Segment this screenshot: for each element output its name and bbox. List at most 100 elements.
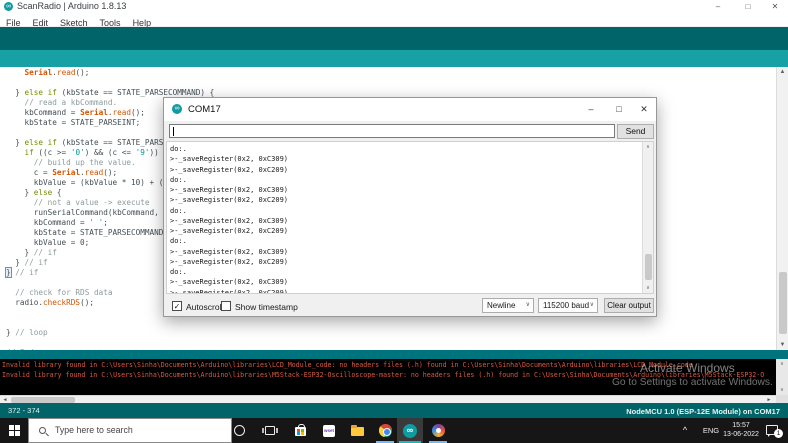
send-button[interactable]: Send xyxy=(617,124,654,139)
console-horizontal-scrollbar[interactable]: ◄ ► xyxy=(0,395,776,403)
editor-vertical-scrollbar[interactable]: ▲ ▼ xyxy=(776,67,788,350)
hidden-icons-chevron[interactable]: ^ xyxy=(678,418,692,443)
line-ending-select[interactable]: Newline ∨ xyxy=(482,298,534,313)
window-title: ScanRadio | Arduino 1.8.13 xyxy=(17,1,126,11)
serial-monitor-titlebar[interactable]: ∞ COM17 – □ ✕ xyxy=(164,98,656,121)
show-timestamp-label: Show timestamp xyxy=(235,302,298,312)
autoscroll-checkbox[interactable]: ✓ xyxy=(172,301,182,311)
check-icon: ✓ xyxy=(174,302,181,311)
board-port-indicator: NodeMCU 1.0 (ESP-12E Module) on COM17 xyxy=(626,407,780,416)
serial-output-line: >-_saveRegister(0x2, 0xC309) xyxy=(170,216,288,226)
code-line xyxy=(6,318,214,328)
serial-scroll-down-icon[interactable]: ∨ xyxy=(643,285,653,291)
editor-scrollbar-thumb[interactable] xyxy=(779,272,787,334)
file-explorer-button[interactable] xyxy=(345,418,369,443)
serial-scrollbar-thumb[interactable] xyxy=(645,254,652,280)
start-button[interactable] xyxy=(0,418,28,443)
arduino-taskbar-icon: ∞ xyxy=(403,424,417,438)
baud-rate-select[interactable]: 115200 baud∨ xyxy=(538,298,598,313)
arduino-app-icon: ∞ xyxy=(4,2,13,11)
show-timestamp-checkbox[interactable] xyxy=(221,301,231,311)
serial-output-line: >-_saveRegister(0x2, 0xC209) xyxy=(170,226,288,236)
screen: ∞ ScanRadio | Arduino 1.8.13 – □ ✕ FileE… xyxy=(0,0,788,443)
console-lines: Invalid library found in C:\Users\Sinha\… xyxy=(2,361,776,380)
combo-chevron-icon: ∨ xyxy=(526,299,530,312)
file-explorer-icon xyxy=(351,427,364,436)
line-ending-value: Newline xyxy=(487,301,515,310)
text-caret xyxy=(173,127,174,136)
baud-rate-value: 115200 baud xyxy=(543,301,589,310)
serial-output-line: do:. xyxy=(170,144,288,154)
search-placeholder: Type here to search xyxy=(55,425,133,435)
notification-badge: 1 xyxy=(774,429,783,438)
taskbar-clock[interactable]: 15:57 13-06-2022 xyxy=(722,422,760,439)
serial-monitor-title: COM17 xyxy=(188,104,221,115)
ide-titlebar: ∞ ScanRadio | Arduino 1.8.13 – □ ✕ xyxy=(0,0,788,13)
scroll-up-icon[interactable]: ▲ xyxy=(777,69,788,75)
serial-output-line: >-_saveRegister(0x2, 0xC309) xyxy=(170,154,288,164)
serial-maximize-button[interactable]: □ xyxy=(607,98,631,120)
cortana-button[interactable] xyxy=(228,418,252,443)
line-number-indicator: 372 - 374 xyxy=(8,406,40,415)
maximize-button[interactable]: □ xyxy=(740,0,756,13)
task-view-icon xyxy=(265,426,275,435)
combo-chevron-icon: ∨ xyxy=(590,299,594,312)
task-view-button[interactable] xyxy=(258,418,282,443)
scroll-down-icon[interactable]: ▼ xyxy=(777,342,788,348)
language-indicator[interactable]: ENG xyxy=(698,418,724,443)
serial-output-line: >-_saveRegister(0x2, 0xC309) xyxy=(170,185,288,195)
serial-output-line: >-_saveRegister(0x2, 0xC209) xyxy=(170,195,288,205)
console-vertical-scrollbar[interactable]: ∧ ∨ xyxy=(776,359,788,395)
menu-bar: FileEditSketchToolsHelp xyxy=(0,13,788,27)
autoscroll-label: Autoscroll xyxy=(186,302,223,312)
serial-minimize-button[interactable]: – xyxy=(579,98,603,120)
window-overlay-icon xyxy=(379,424,392,437)
arduino-taskbar-button[interactable]: ∞ xyxy=(397,418,423,443)
wset-app-icon: wset xyxy=(323,425,335,437)
serial-output-line: do:. xyxy=(170,267,288,277)
serial-output-line: >-_saveRegister(0x2, 0xC309) xyxy=(170,277,288,287)
taskbar: Type here to search wset ∞ ^ ENG 15:57 1… xyxy=(0,418,788,443)
console-warning-line: Invalid library found in C:\Users\Sinha\… xyxy=(2,371,776,381)
store-button[interactable] xyxy=(288,418,312,443)
scrollbar-corner xyxy=(776,395,788,403)
console-scroll-up-icon[interactable]: ∧ xyxy=(776,361,788,367)
wset-app-button[interactable]: wset xyxy=(317,418,341,443)
action-center-button[interactable]: 1 xyxy=(762,418,788,443)
serial-monitor-window: ∞ COM17 – □ ✕ Send do:.>-_saveRegister(0… xyxy=(163,97,657,317)
serial-output-line: >-_saveRegister(0x2, 0xC209) xyxy=(170,288,288,295)
console-scroll-down-icon[interactable]: ∨ xyxy=(776,387,788,393)
taskbar-search[interactable]: Type here to search xyxy=(28,418,232,443)
serial-output-line: do:. xyxy=(170,175,288,185)
close-button[interactable]: ✕ xyxy=(767,0,783,13)
serial-close-button[interactable]: ✕ xyxy=(632,98,656,120)
store-icon xyxy=(295,427,306,436)
tab-bar: ScanRadio § ▼ xyxy=(0,50,788,67)
serial-output-line: do:. xyxy=(170,236,288,246)
serial-output-lines: do:.>-_saveRegister(0x2, 0xC309)>-_saveR… xyxy=(170,144,288,294)
paint-app-button[interactable] xyxy=(426,418,450,443)
serial-scroll-up-icon[interactable]: ∧ xyxy=(643,144,653,150)
arduino-dialog-icon: ∞ xyxy=(172,104,182,114)
serial-monitor-controls: ✓ Autoscroll Show timestamp Newline ∨ 115… xyxy=(164,295,656,316)
toolbar: ✓ → ↑ ↓ xyxy=(0,27,788,50)
code-line: Serial.read(); xyxy=(6,68,214,78)
serial-output-line: >-_saveRegister(0x2, 0xC209) xyxy=(170,257,288,267)
code-line xyxy=(6,78,214,88)
browser-button[interactable] xyxy=(373,418,397,443)
code-line: } // loop xyxy=(6,328,214,338)
serial-input[interactable] xyxy=(169,124,615,138)
console-warning-line: Invalid library found in C:\Users\Sinha\… xyxy=(2,361,776,371)
minimize-button[interactable]: – xyxy=(710,0,726,13)
cortana-icon xyxy=(234,425,245,436)
serial-output-line: >-_saveRegister(0x2, 0xC309) xyxy=(170,247,288,257)
console-output[interactable]: Invalid library found in C:\Users\Sinha\… xyxy=(0,359,776,395)
paint-3d-icon xyxy=(432,424,445,437)
serial-output-scrollbar[interactable]: ∧ ∨ xyxy=(642,142,653,293)
clear-output-button[interactable]: Clear output xyxy=(604,298,654,313)
serial-output-area[interactable]: do:.>-_saveRegister(0x2, 0xC309)>-_saveR… xyxy=(166,141,654,294)
windows-logo-icon xyxy=(9,425,20,436)
ide-status-strip xyxy=(0,350,788,359)
search-icon xyxy=(39,427,46,434)
code-line xyxy=(6,338,214,348)
